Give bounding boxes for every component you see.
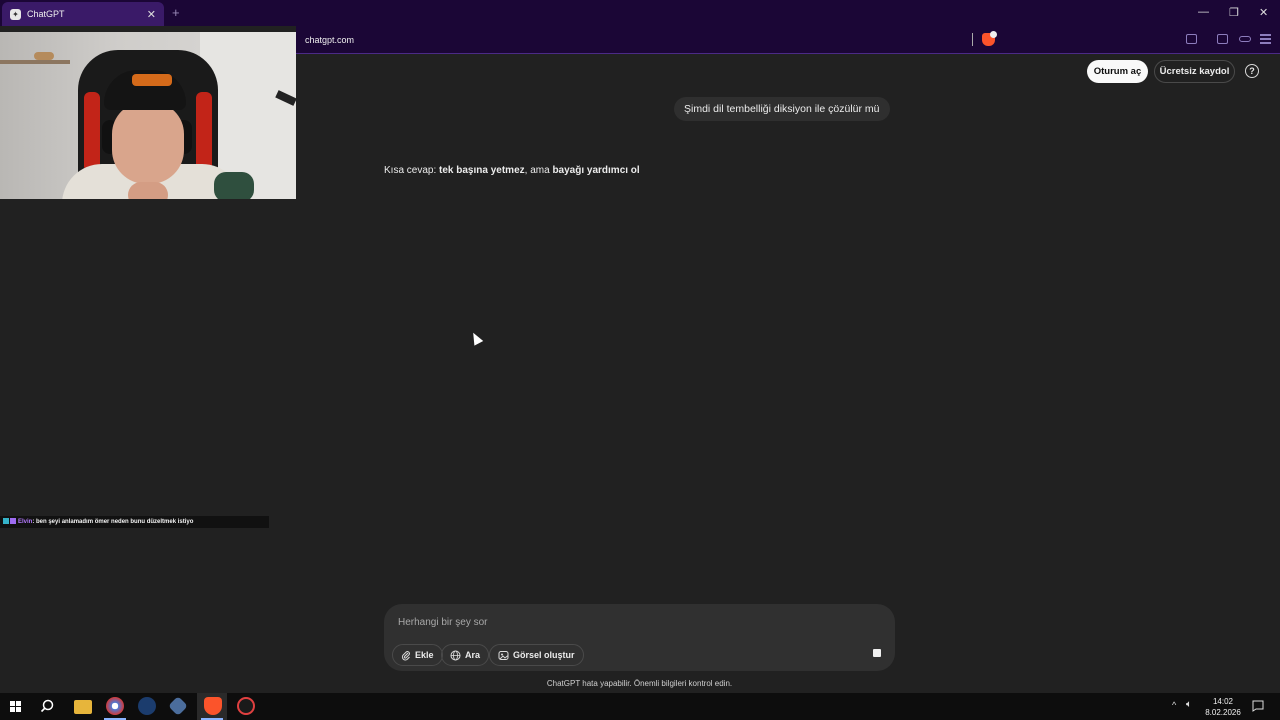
- webcam-chair-stripe-left: [84, 92, 100, 172]
- create-image-button[interactable]: Görsel oluştur: [489, 644, 584, 666]
- signup-button[interactable]: Ücretsiz kaydol: [1154, 60, 1235, 83]
- app-icon[interactable]: [168, 696, 188, 716]
- paperclip-icon: [401, 650, 410, 660]
- webcam-overlay: [0, 32, 296, 199]
- user-message: Şimdi dil tembelliği diksiyon ile çözülü…: [674, 97, 890, 121]
- clock-time: 14:02: [1212, 697, 1234, 706]
- create-image-label: Görsel oluştur: [513, 650, 575, 660]
- chatgpt-icon: ✦: [10, 8, 21, 20]
- prompt-input[interactable]: [398, 617, 858, 628]
- new-tab-button[interactable]: +: [172, 5, 180, 20]
- close-tab-icon[interactable]: ✕: [147, 8, 156, 21]
- sidebar-icon[interactable]: [1217, 34, 1228, 44]
- shields-badge: [990, 31, 997, 38]
- reply-mid: , ama: [524, 165, 553, 176]
- globe-icon: [450, 650, 461, 660]
- browser-tab-chatgpt[interactable]: ✦ ChatGPT ✕: [2, 2, 164, 26]
- tab-title: ChatGPT: [27, 9, 65, 19]
- webcam-chair-stripe-right: [196, 92, 212, 172]
- chat-message: : ben şeyi anlamadım ömer neden bunu düz…: [32, 519, 194, 525]
- attach-label: Ekle: [415, 650, 434, 660]
- stop-icon: [873, 649, 881, 657]
- assistant-reply: Kısa cevap: tek başına yetmez, ama bayağ…: [384, 165, 640, 176]
- clock-date: 8.02.2026: [1205, 708, 1241, 717]
- search-button[interactable]: Ara: [441, 644, 490, 666]
- address-separator: [972, 33, 973, 46]
- taskbar-clock[interactable]: 14:02 8.02.2026: [1200, 696, 1246, 718]
- reply-bold-1: tek başına yetmez: [439, 165, 525, 176]
- url-field[interactable]: chatgpt.com: [305, 35, 354, 45]
- image-icon: [498, 650, 509, 660]
- reply-bold-2: bayağı yardımcı ol: [552, 165, 640, 176]
- login-button[interactable]: Oturum aç: [1087, 60, 1148, 83]
- restore-icon[interactable]: ❐: [1229, 6, 1239, 19]
- menu-icon[interactable]: [1260, 34, 1271, 46]
- leo-icon[interactable]: [1239, 36, 1251, 42]
- screen: ✦ ChatGPT ✕ + — ❐ ✕ chatgpt.com Oturum a…: [0, 0, 1280, 720]
- notifications-icon[interactable]: [1252, 700, 1264, 712]
- browser-tab-strip: ✦ ChatGPT ✕ + — ❐ ✕: [0, 0, 1280, 26]
- chrome-icon[interactable]: [106, 697, 124, 715]
- stream-chat-overlay: Elvin: ben şeyi anlamadım ömer neden bun…: [0, 516, 269, 528]
- wallet-icon[interactable]: [1186, 34, 1197, 44]
- windows-start-icon[interactable]: [10, 701, 21, 712]
- attach-button[interactable]: Ekle: [392, 644, 443, 666]
- help-icon[interactable]: ?: [1245, 64, 1259, 78]
- webcam-person-hand: [128, 182, 168, 199]
- chevron-up-icon[interactable]: ^: [1172, 700, 1176, 710]
- disclaimer-text: ChatGPT hata yapabilir. Önemli bilgileri…: [546, 679, 733, 688]
- webcam-person-sleeve: [214, 172, 254, 199]
- chat-badge-icon: [3, 518, 9, 524]
- address-bar: chatgpt.com: [296, 26, 1280, 54]
- search-icon[interactable]: [40, 699, 54, 713]
- composer: Ekle Ara Görsel oluştur: [384, 604, 895, 671]
- file-explorer-icon[interactable]: [74, 700, 92, 714]
- brave-icon[interactable]: [204, 697, 222, 715]
- close-window-icon[interactable]: ✕: [1259, 6, 1268, 19]
- minimize-icon[interactable]: —: [1198, 6, 1209, 18]
- steam-icon[interactable]: [138, 697, 156, 715]
- webcam-shelf: [0, 60, 70, 64]
- reply-prefix: Kısa cevap:: [384, 165, 440, 176]
- stop-button[interactable]: [866, 642, 888, 664]
- webcam-shelf-figure: [34, 52, 54, 60]
- search-label: Ara: [465, 650, 481, 660]
- webcam-cap-logo: [132, 74, 172, 86]
- chat-username: Elvin: [18, 519, 33, 525]
- mouse-cursor-icon: [468, 330, 484, 346]
- chat-badge-icon: [10, 518, 16, 524]
- taskbar: ^ 🔈︎ 14:02 8.02.2026: [0, 693, 1280, 720]
- volume-icon[interactable]: 🔈︎: [1186, 699, 1192, 710]
- recording-app-icon[interactable]: [237, 697, 255, 715]
- webcam-person-face: [112, 102, 184, 184]
